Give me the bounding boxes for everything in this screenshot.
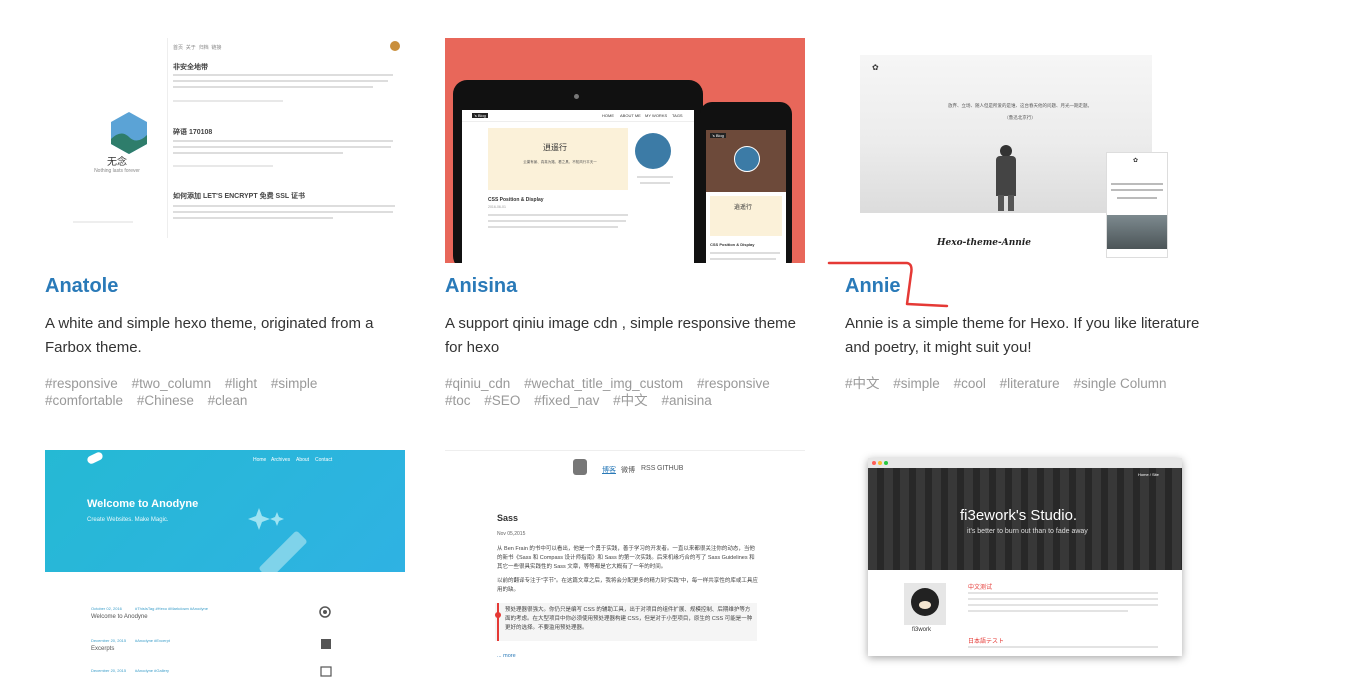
tag-link[interactable]: #SEO — [484, 393, 520, 408]
avatar — [635, 133, 671, 169]
tag-link[interactable]: #single Column — [1073, 376, 1166, 391]
theme-description: A white and simple hexo theme, originate… — [45, 315, 374, 356]
fi3ework-hero: Home / Site fi3ework's Studio. it's bett… — [868, 468, 1182, 570]
theme-preview-anisina[interactable]: 's Blog HOME ABOUT ME MY WORKS TAGS 逍遥行 … — [445, 38, 805, 263]
magic-wand-icon — [248, 508, 307, 572]
anatole-post-title: 如何添加 LET'S ENCRYPT 免费 SSL 证书 — [173, 193, 305, 200]
theme-description: A support qiniu image cdn , simple respo… — [445, 315, 797, 356]
theme-preview-anatole[interactable]: 无念 Nothing lasts forever 首页 关于 归档 链接 非安全… — [45, 38, 405, 263]
image-icon — [320, 666, 332, 677]
theme-preview-annie[interactable]: ✿ 放弃、立场、随人但是所爱的是谁、这台春天他的问题、月光一期走题。 （鲁迅北京… — [845, 38, 1205, 263]
anatole-post-title: 非安全地带 — [173, 64, 208, 71]
hexagon-logo-icon — [111, 112, 147, 154]
tag-link[interactable]: #light — [225, 376, 257, 391]
anatole-brand-sub: Nothing lasts forever — [94, 168, 140, 174]
tag-link[interactable]: #literature — [1000, 376, 1060, 391]
tag-link[interactable]: #cool — [954, 376, 986, 391]
phone-device: 's Blog 逍遥行 CSS Position & Display — [700, 102, 792, 263]
avatar — [904, 583, 946, 625]
tag-link[interactable]: #qiniu_cdn — [445, 376, 510, 391]
tag-link[interactable]: #responsive — [697, 376, 770, 391]
theme-tags: #qiniu_cdn #wechat_title_img_custom #res… — [445, 375, 805, 409]
tag-link[interactable]: #toc — [445, 393, 471, 408]
tag-link[interactable]: #simple — [271, 376, 318, 391]
theme-title-link[interactable]: Anatole — [45, 275, 118, 298]
gear-art-icon — [319, 606, 331, 618]
browser-titlebar — [868, 458, 1182, 468]
annie-logo-icon: ✿ — [872, 63, 879, 72]
anatole-nav: 首页 关于 归档 链接 — [173, 45, 222, 51]
book-icon — [321, 639, 331, 649]
tag-link[interactable]: #anisina — [661, 393, 711, 408]
anodyne-hero: Home Archives About Contact Welcome to A… — [45, 450, 405, 572]
logo-icon — [573, 459, 587, 475]
theme-preview-fi3ework[interactable]: Home / Site fi3ework's Studio. it's bett… — [845, 450, 1205, 684]
tag-link[interactable]: #Chinese — [137, 393, 194, 408]
browser-window: Home / Site fi3ework's Studio. it's bett… — [868, 458, 1182, 656]
annie-caption: Hexo-theme-Annie — [937, 238, 1031, 248]
theme-tags: #中文 #simple #cool #literature #single Co… — [845, 375, 1205, 392]
tag-link[interactable]: #two_column — [132, 376, 212, 391]
annotation-underline-mark — [827, 261, 949, 308]
tag-link[interactable]: #simple — [893, 376, 940, 391]
tag-link[interactable]: #中文 — [613, 393, 648, 408]
theme-description: Annie is a simple theme for Hexo. If you… — [845, 315, 1200, 356]
tablet-device: 's Blog HOME ABOUT ME MY WORKS TAGS 逍遥行 … — [453, 80, 703, 263]
tag-link[interactable]: #fixed_nav — [534, 393, 599, 408]
anatole-divider — [167, 38, 168, 238]
avatar — [390, 41, 400, 51]
tag-link[interactable]: #comfortable — [45, 393, 123, 408]
theme-tags: #responsive #two_column #light #simple #… — [45, 375, 405, 409]
anatole-brand: 无念 — [107, 157, 127, 168]
tag-link[interactable]: #中文 — [845, 376, 880, 391]
tag-link[interactable]: #clean — [208, 393, 248, 408]
anatole-post-title: 碎语 170108 — [173, 129, 213, 136]
theme-preview-anodyne[interactable]: Home Archives About Contact Welcome to A… — [45, 450, 405, 684]
annie-mobile-shot: ✿ — [1106, 152, 1168, 258]
sass-blockquote: 预处理器很强大。你仍只是编写 CSS 的辅助工具，出于对项目的组件扩展、规模控制… — [495, 603, 757, 641]
tag-link[interactable]: #responsive — [45, 376, 118, 391]
tag-link[interactable]: #wechat_title_img_custom — [524, 376, 683, 391]
anatole-sidebar: 无念 Nothing lasts forever — [67, 38, 167, 263]
sass-post-title: Sass — [497, 513, 519, 523]
theme-preview-sass[interactable]: 博客 微博 RSS GITHUB Sass Nov 05,2015 从 Ben … — [445, 450, 805, 685]
theme-title-link[interactable]: Anisina — [445, 275, 517, 298]
pill-logo-icon — [86, 450, 104, 466]
